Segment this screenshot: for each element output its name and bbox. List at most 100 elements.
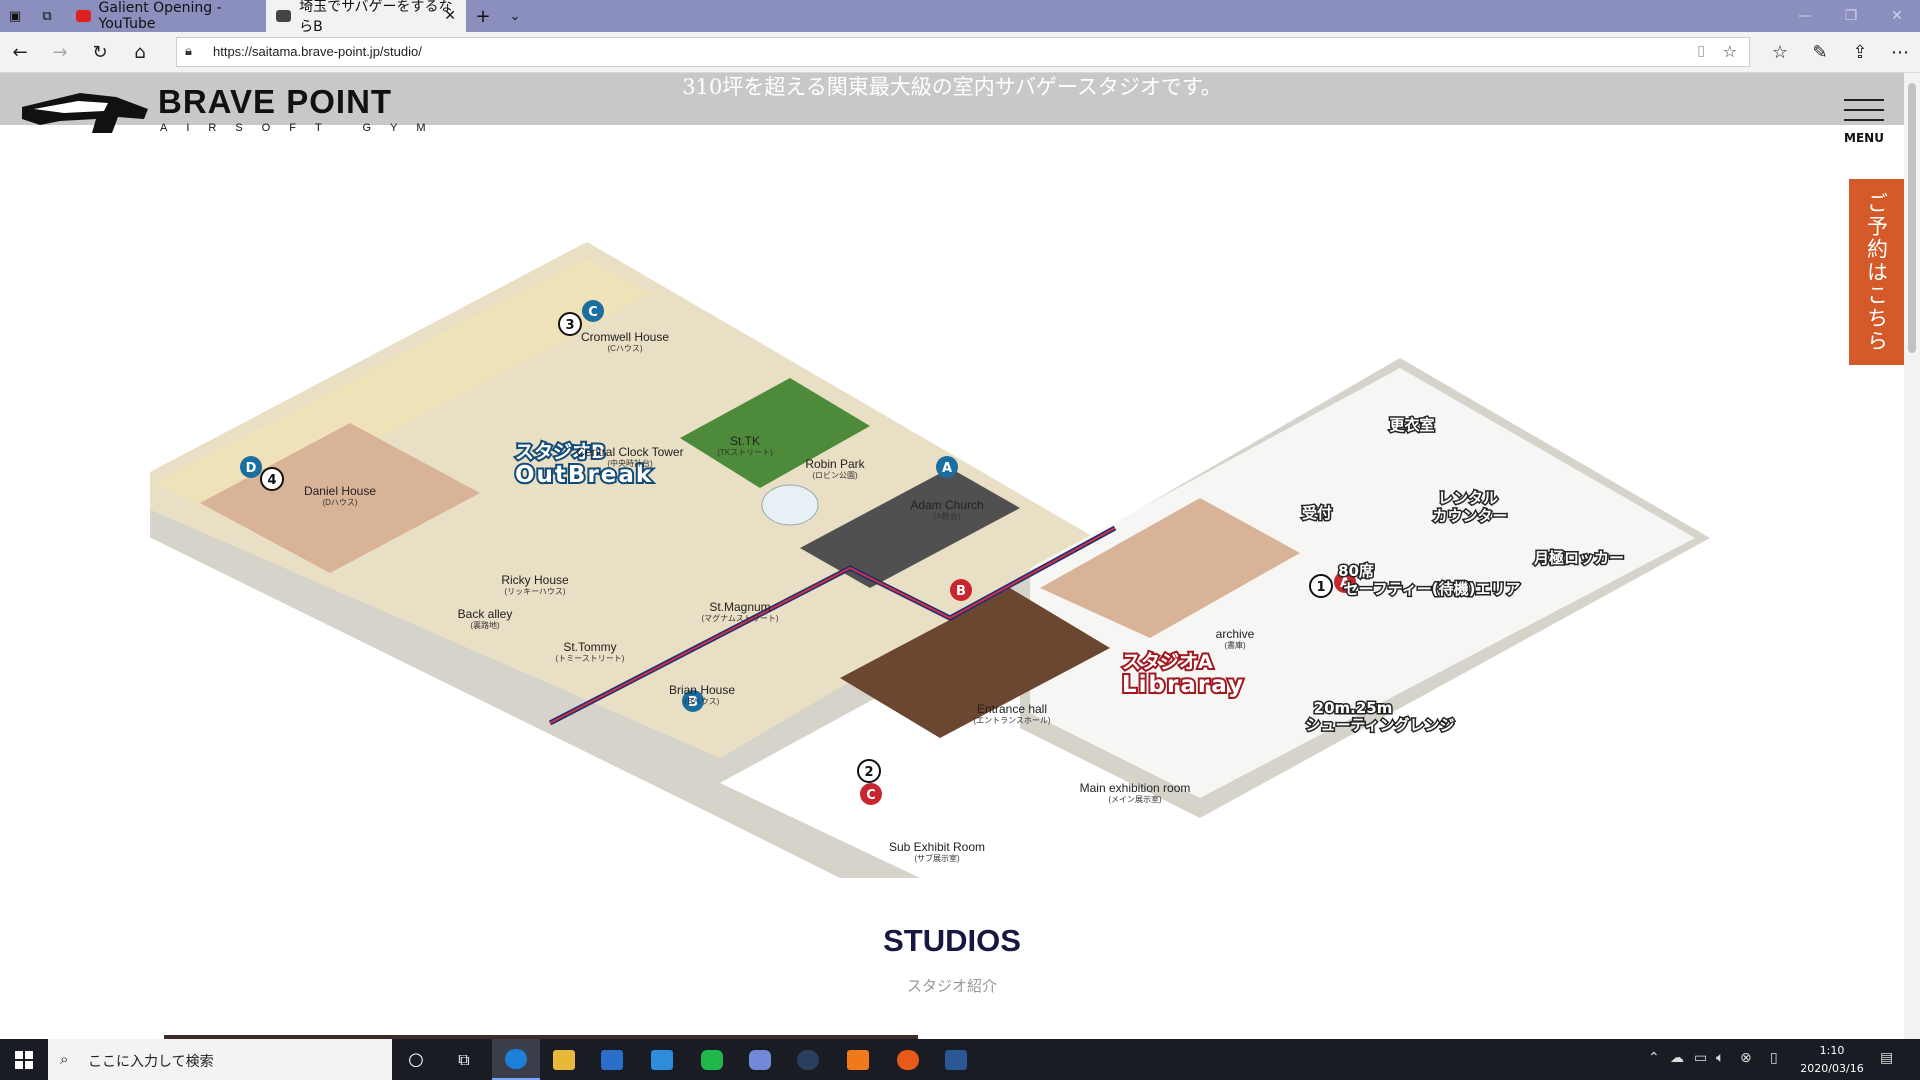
location-sub: (Dハウス) (322, 498, 357, 507)
location-sub: (A教会) (934, 511, 961, 521)
page-scrollbar[interactable] (1904, 73, 1920, 1039)
hamburger-icon (1844, 99, 1884, 101)
ime-icon[interactable]: ▯ (1770, 1050, 1778, 1066)
network-icon[interactable]: ▭ (1694, 1050, 1707, 1066)
location-name: Central Clock Tower (576, 445, 683, 459)
reception-label: 受付 (1302, 504, 1332, 522)
location-sub: (リッキーハウス) (504, 587, 566, 596)
range-label-2: シューティングレンジ (1305, 716, 1454, 734)
gun-logo-icon (22, 93, 148, 133)
app-orange-icon[interactable] (834, 1039, 882, 1080)
new-tab-icon[interactable]: + (468, 0, 498, 32)
pen-notes-icon[interactable]: ✎ (1804, 36, 1836, 68)
tab-manager-icon[interactable]: ▣ (0, 0, 30, 32)
studio-a-label: スタジオA (1122, 651, 1213, 673)
volume-icon[interactable]: 🔈︎ (1716, 1050, 1724, 1066)
share-icon[interactable]: ⇪ (1844, 36, 1876, 68)
more-icon[interactable]: ⋯ (1884, 36, 1916, 68)
location-sub: (マグナムストリート) (701, 613, 778, 623)
home-icon[interactable]: ⌂ (124, 36, 156, 68)
task-view-icon[interactable]: ⧉ (440, 1039, 488, 1080)
location-name: Ricky House (501, 573, 569, 587)
onedrive-icon[interactable]: ☁ (1670, 1050, 1684, 1066)
line-icon[interactable] (688, 1039, 736, 1080)
marker-c-red-text: C (866, 788, 876, 803)
location-name: St.Magnum (709, 600, 770, 614)
tab-title: 埼玉でサバゲーをするならB (299, 0, 453, 35)
changing-room-label: 更衣室 (1389, 416, 1434, 434)
cortana-icon[interactable]: ○ (392, 1039, 440, 1080)
close-window-icon[interactable]: ✕ (1874, 0, 1920, 32)
url-text[interactable]: https://saitama.brave-point.jp/studio/ (213, 44, 422, 59)
app-pin-icon[interactable] (884, 1039, 932, 1080)
marker-2-text: 2 (864, 765, 873, 780)
locker-label: 月極ロッカー (1533, 549, 1624, 567)
safety-area-label: 80席 (1338, 562, 1374, 580)
rental-label: レンタル (1438, 489, 1498, 507)
steam-icon[interactable] (784, 1039, 832, 1080)
marker-d-text: D (246, 461, 257, 476)
location-sub: (ロビン公園) (812, 471, 858, 480)
tab-brave-point[interactable]: 埼玉でサバゲーをするならB ✕ (266, 0, 466, 35)
clock-date: 2020/03/16 (1800, 1062, 1864, 1075)
notifications-icon[interactable]: ▤ (1880, 1050, 1893, 1066)
favorites-list-icon[interactable]: ☆ (1764, 36, 1796, 68)
location-sub: (書庫) (1224, 640, 1246, 650)
back-icon[interactable]: ← (4, 36, 36, 68)
section-subtitle: スタジオ紹介 (906, 977, 997, 995)
rental-label-2: カウンター (1432, 507, 1507, 525)
location-sub: (Cハウス) (607, 344, 642, 353)
location-name: Daniel House (304, 484, 376, 498)
location-sub: (サブ展示室) (914, 853, 960, 863)
store-icon[interactable] (588, 1039, 636, 1080)
location-sub: (トミーストリート) (556, 654, 625, 663)
reservation-button[interactable]: ご予約はこちら (1849, 179, 1904, 365)
youtube-icon (76, 10, 91, 22)
refresh-icon[interactable]: ↻ (84, 36, 116, 68)
location-sub: (中央時計台) (607, 458, 653, 468)
marker-1-text: 1 (1316, 580, 1325, 595)
location-name: Sub Exhibit Room (889, 840, 985, 854)
location-name: St.Tommy (563, 640, 616, 654)
address-bar[interactable]: 🔒︎ https://saitama.brave-point.jp/studio… (176, 37, 1750, 67)
scrollbar-thumb[interactable] (1908, 83, 1916, 353)
edge-icon[interactable] (492, 1039, 540, 1080)
start-button[interactable] (0, 1039, 48, 1080)
studio-a-name: Libraray (1122, 672, 1245, 698)
clock-time: 1:10 (1819, 1044, 1845, 1057)
marker-a-text: A (942, 461, 952, 476)
search-icon: ⌕ (60, 1050, 69, 1068)
minimize-icon[interactable]: — (1782, 0, 1828, 32)
status-x-icon[interactable]: ⊗ (1740, 1050, 1752, 1066)
taskbar-clock[interactable]: 1:10 2020/03/16 (1797, 1042, 1867, 1078)
tab-youtube[interactable]: Galient Opening - YouTube (66, 0, 266, 32)
reading-view-icon[interactable]: ▯ (1697, 43, 1705, 59)
chevron-up-icon[interactable]: ⌃ (1648, 1050, 1660, 1066)
marker-4-text: 4 (267, 473, 276, 488)
favorite-star-icon[interactable]: ☆ (1723, 42, 1737, 61)
close-tab-icon[interactable]: ✕ (444, 8, 456, 24)
forward-icon[interactable]: → (44, 36, 76, 68)
browser-tab-strip: ▣ ⧉ Galient Opening - YouTube 埼玉でサバゲーをする… (0, 0, 1920, 35)
taskbar-search[interactable]: ⌕ ここに入力して検索 (48, 1039, 392, 1080)
location-name: Back alley (458, 607, 513, 621)
restore-icon[interactable]: ❐ (1828, 0, 1874, 32)
discord-icon[interactable] (736, 1039, 784, 1080)
windows-taskbar: ⌕ ここに入力して検索 ○ ⧉ ⌃ ☁ ▭ 🔈︎ ⊗ ▯ 1:10 2020/0… (0, 1039, 1920, 1080)
word-icon[interactable] (932, 1039, 980, 1080)
location-name: Robin Park (805, 457, 865, 471)
hamburger-bar (1844, 119, 1884, 121)
location-sub: (裏路地) (470, 620, 500, 630)
location-name: Entrance hall (977, 702, 1047, 716)
menu-button[interactable]: MENU (1836, 95, 1892, 155)
location-name: archive (1216, 627, 1255, 641)
location-name: Main exhibition room (1080, 781, 1191, 795)
brave-point-logo[interactable]: BRAVE POINT AIRSOFT GYM (20, 83, 426, 139)
section-title: STUDIOS (883, 923, 1021, 958)
tab-preview-chevron-icon[interactable]: ⌄ (500, 0, 530, 32)
location-name: Adam Church (910, 498, 983, 512)
file-explorer-icon[interactable] (540, 1039, 588, 1080)
set-aside-tabs-icon[interactable]: ⧉ (32, 0, 62, 32)
tab-title: Galient Opening - YouTube (98, 0, 222, 32)
mail-icon[interactable] (638, 1039, 686, 1080)
